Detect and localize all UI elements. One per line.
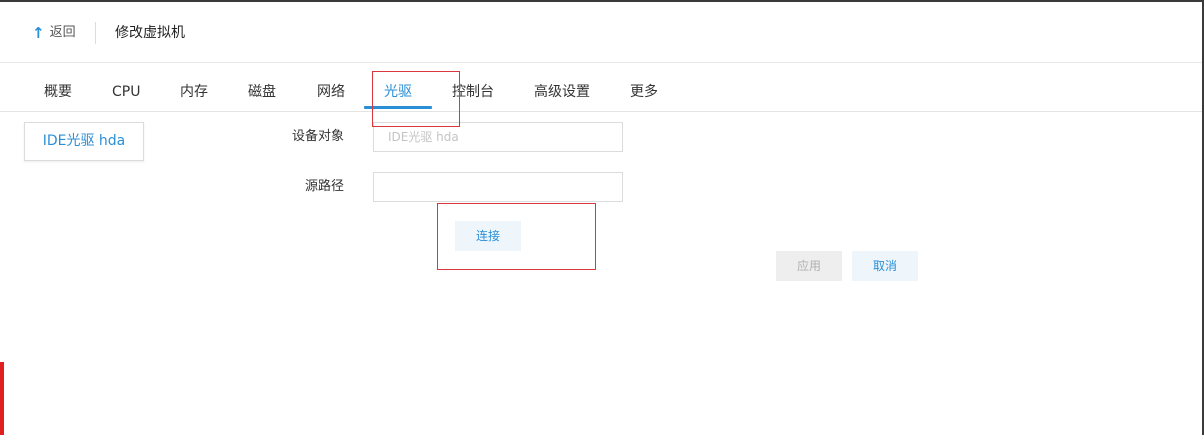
tab-cpu[interactable]: CPU <box>112 83 140 101</box>
tab-more[interactable]: 更多 <box>630 83 658 101</box>
tab-console[interactable]: 控制台 <box>452 83 494 101</box>
page-title: 修改虚拟机 <box>115 25 185 41</box>
tab-overview[interactable]: 概要 <box>44 83 72 101</box>
source-path-input[interactable] <box>373 172 623 202</box>
cdrom-device-item[interactable]: IDE光驱 hda <box>24 122 144 161</box>
connect-button[interactable]: 连接 <box>455 221 521 251</box>
left-edge-marker <box>0 362 4 435</box>
tab-advanced-settings[interactable]: 高级设置 <box>534 83 590 101</box>
source-path-label: 源路径 <box>304 179 344 194</box>
apply-button[interactable]: 应用 <box>776 251 842 281</box>
tab-disk[interactable]: 磁盘 <box>248 83 276 101</box>
tab-cdrom[interactable]: 光驱 <box>384 83 412 101</box>
tab-bar: 概要 CPU 内存 磁盘 网络 光驱 控制台 高级设置 更多 <box>0 62 1202 112</box>
header-divider <box>95 22 96 44</box>
page-header: ↑ 返回 修改虚拟机 <box>0 2 1202 63</box>
back-button[interactable]: ↑ 返回 <box>32 24 76 42</box>
cancel-button[interactable]: 取消 <box>852 251 918 281</box>
back-label: 返回 <box>49 25 76 40</box>
tab-network[interactable]: 网络 <box>317 83 345 101</box>
tab-memory[interactable]: 内存 <box>180 83 208 101</box>
back-arrow-icon: ↑ <box>32 24 45 42</box>
device-object-input[interactable] <box>373 122 623 152</box>
active-tab-indicator <box>364 106 432 109</box>
device-object-label: 设备对象 <box>291 129 344 144</box>
